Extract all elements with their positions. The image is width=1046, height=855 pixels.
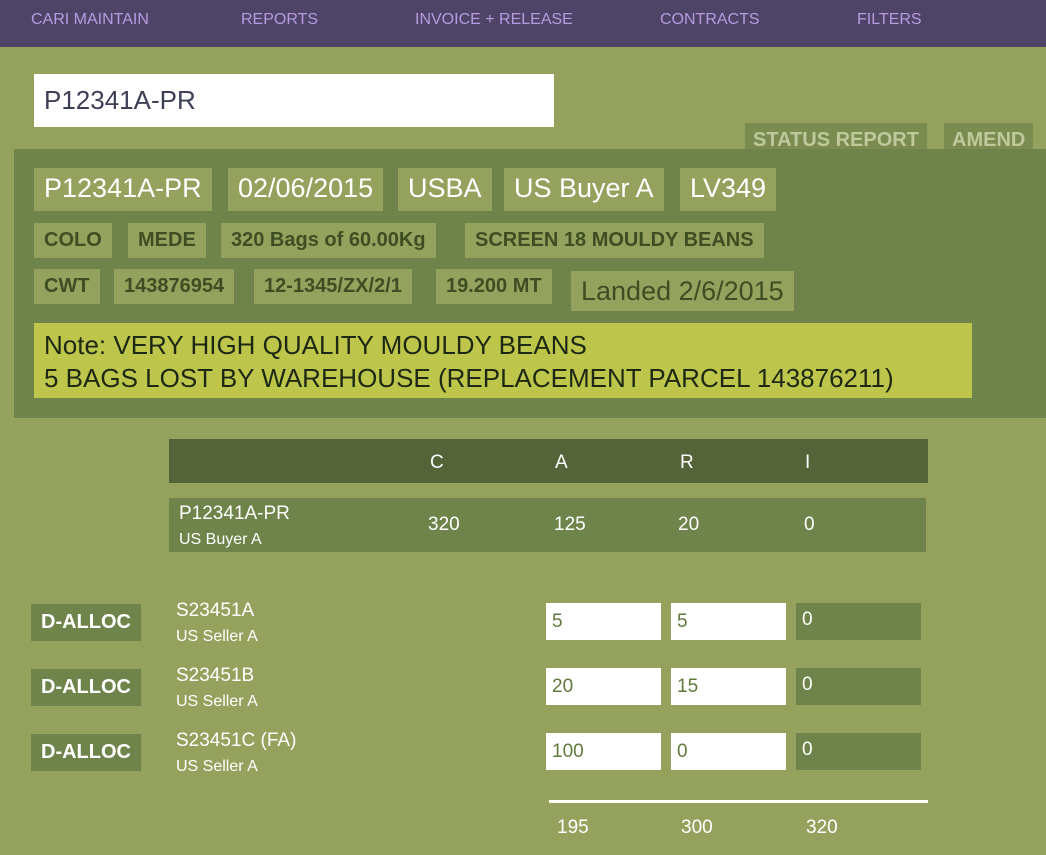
nav-cari-maintain[interactable]: CARI MAINTAIN [31,11,149,29]
landed-status-badge: Landed 2/6/2015 [571,271,794,311]
allocation-contract-id: S23451C (FA) [176,730,297,751]
marks-chip: 12-1345/ZX/2/1 [254,269,412,304]
allocation-r-input[interactable] [671,603,786,640]
bags-chip: 320 Bags of 60.00Kg [221,223,436,258]
warehouse-chip: CWT [34,269,100,304]
allocation-a-input[interactable] [546,603,661,640]
totals-divider [549,800,928,803]
allocation-i-value: 0 [796,603,921,640]
parcel-id-chip: P12341A-PR [34,168,212,211]
total-a: 195 [557,817,589,838]
summary-a-value: 125 [554,514,586,535]
allocation-party: US Seller A [176,693,258,710]
allocation-a-input[interactable] [546,733,661,770]
d-alloc-button[interactable]: D-ALLOC [31,669,141,706]
header-r: R [680,452,694,473]
summary-i-value: 0 [804,514,815,535]
allocation-party: US Seller A [176,758,258,775]
summary-party: US Buyer A [179,531,262,548]
header-a: A [555,452,568,473]
allocation-r-input[interactable] [671,668,786,705]
total-i: 320 [806,817,838,838]
header-c: C [430,452,444,473]
note-line-2: 5 BAGS LOST BY WAREHOUSE (REPLACEMENT PA… [44,363,894,393]
allocation-i-value: 0 [796,668,921,705]
parcel-search-input[interactable] [34,74,554,127]
weight-chip: 19.200 MT [436,269,552,304]
allocation-table-header: C A R I [169,439,928,483]
parcel-note: Note: VERY HIGH QUALITY MOULDY BEANS 5 B… [34,323,972,398]
allocation-r-input[interactable] [671,733,786,770]
quality-chip: MEDE [128,223,206,258]
allocation-contract-id: S23451B [176,665,255,686]
lot-code-chip: LV349 [680,168,777,211]
allocation-contract-id: S23451A [176,600,255,621]
top-nav: CARI MAINTAIN REPORTS INVOICE + RELEASE … [0,0,1046,47]
total-r: 300 [681,817,713,838]
parcel-date-chip: 02/06/2015 [228,168,384,211]
summary-r-value: 20 [678,514,700,535]
reference-number-chip: 143876954 [114,269,235,304]
allocation-a-input[interactable] [546,668,661,705]
header-i: I [805,452,811,473]
d-alloc-button[interactable]: D-ALLOC [31,734,141,771]
nav-filters[interactable]: FILTERS [857,11,922,29]
note-line-1: Note: VERY HIGH QUALITY MOULDY BEANS [44,330,587,360]
summary-row: P12341A-PR US Buyer A 320 125 20 0 [169,498,926,552]
summary-c-value: 320 [428,514,460,535]
buyer-code-chip: USBA [398,168,492,211]
allocation-party: US Seller A [176,628,258,645]
grade-chip: SCREEN 18 MOULDY BEANS [465,223,764,258]
d-alloc-button[interactable]: D-ALLOC [31,604,141,641]
nav-invoice-release[interactable]: INVOICE + RELEASE [415,11,573,29]
summary-parcel-id: P12341A-PR [179,503,290,524]
nav-contracts[interactable]: CONTRACTS [660,11,760,29]
allocation-i-value: 0 [796,733,921,770]
origin-chip: COLO [34,223,112,258]
buyer-name-chip: US Buyer A [504,168,664,211]
nav-reports[interactable]: REPORTS [241,11,318,29]
